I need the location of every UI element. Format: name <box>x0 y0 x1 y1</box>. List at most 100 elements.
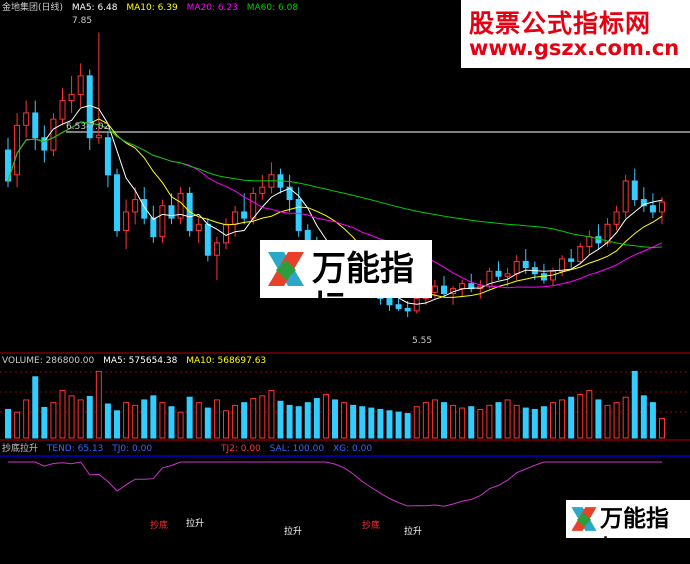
volume-bar <box>177 411 184 439</box>
signal-label: 拉升 <box>186 519 205 529</box>
volume-bar <box>150 395 157 439</box>
volume-bar <box>77 399 84 439</box>
volume-bar <box>441 402 447 439</box>
volume-bar <box>41 406 48 439</box>
volume-bar <box>86 396 93 439</box>
candle-body <box>123 211 130 231</box>
candle-body <box>459 283 466 290</box>
volume-bar <box>241 402 248 439</box>
candle-body <box>213 242 220 256</box>
volume-bar <box>277 400 284 439</box>
sal-readout: SAL: 100.00 <box>269 444 325 454</box>
volume-bar <box>659 417 665 439</box>
volume-bar <box>586 389 593 439</box>
signal-label: 拉升 <box>284 527 303 537</box>
volume-bar <box>477 408 484 439</box>
indicator-lines <box>8 461 662 507</box>
watermark-brand: 万能指标 <box>312 249 414 329</box>
candle-body <box>259 186 266 194</box>
volume-bar <box>313 398 320 439</box>
candle-body <box>649 205 656 213</box>
volume-bar <box>450 404 457 439</box>
ma60-readout: MA60: 6.08 <box>246 3 299 13</box>
candle-body <box>613 211 620 225</box>
tend-readout: TEND: 65.13 <box>46 444 104 454</box>
high-price-label: 7.85 <box>72 16 93 26</box>
volume-bar <box>32 376 39 439</box>
volume-bar <box>68 395 75 439</box>
candle-body <box>504 273 511 277</box>
volume-bar <box>504 399 511 439</box>
tend-line <box>8 461 662 507</box>
volume-bar <box>522 407 529 439</box>
low-price-label: 5.55 <box>412 336 433 346</box>
candle-body <box>559 258 566 272</box>
volume-bar <box>168 406 175 439</box>
volume-bar <box>123 402 130 439</box>
candle-body <box>68 93 75 102</box>
volume-bar <box>613 402 620 439</box>
volume-bar <box>495 402 502 439</box>
volume-bar <box>304 402 311 439</box>
watermark-site: 股票公式指标网 www.gszx.com.cn <box>461 0 690 68</box>
candle-body <box>159 205 166 238</box>
volume-bar <box>649 402 656 439</box>
watermark-site-url: www.gszx.com.cn <box>469 36 680 60</box>
volume-bar <box>159 402 166 439</box>
volume-bar <box>531 408 538 439</box>
volume-bar <box>422 402 429 439</box>
candle-body <box>132 199 139 213</box>
volume-bar <box>404 413 411 439</box>
volume-bar <box>322 393 329 439</box>
volume-bar <box>5 408 11 439</box>
volume-bar <box>341 402 348 439</box>
candle-body <box>59 100 66 120</box>
volume-readout: VOLUME: 286800.00 <box>2 356 95 366</box>
candle-body <box>577 246 584 262</box>
volume-bar <box>631 370 638 439</box>
volume-bar <box>213 399 220 439</box>
volume-bar <box>186 396 193 439</box>
volume-bar <box>232 404 239 439</box>
signal-label: 拉升 <box>404 527 423 537</box>
candle-body <box>150 217 157 238</box>
volume-bar <box>604 404 611 439</box>
signal-label: 抄底 <box>362 521 381 531</box>
volume-bar <box>295 406 302 439</box>
candle-body <box>232 211 239 225</box>
volume-bar <box>368 407 375 439</box>
volume-bar <box>223 410 229 439</box>
candle-body <box>441 285 447 295</box>
candle-body <box>659 201 665 213</box>
tj2-readout: TJ2: 0.00 <box>220 444 261 454</box>
watermark-logo-center: 万能指标 <box>260 240 432 329</box>
indicator-header: 抄底拉升 TEND: 65.13 TJ0: 0.00 TJ2: 0.00 SAL… <box>2 443 378 455</box>
volume-bar <box>640 395 647 439</box>
volume-bar <box>268 389 275 439</box>
price-header: 金地集团(日线) MA5: 6.48 MA10: 6.39 MA20: 6.23… <box>2 2 304 14</box>
vol-ma5-readout: MA5: 575654.38 <box>103 356 178 366</box>
stock-title: 金地集团(日线) <box>2 3 64 13</box>
volume-bar <box>23 399 30 439</box>
volume-bar <box>50 402 57 439</box>
watermark-site-name: 股票公式指标网 <box>469 9 652 38</box>
volume-bar <box>431 399 438 439</box>
tj0-readout: TJ0: 0.00 <box>112 444 153 454</box>
watermark-logo-bottom: 万能指标 <box>566 500 690 562</box>
candle-body <box>522 260 529 269</box>
volume-bar <box>413 406 420 439</box>
candle-body <box>77 75 84 95</box>
volume-bar <box>550 402 556 439</box>
volume-bar <box>577 393 584 439</box>
level-label: 6.53-7.02 <box>66 122 110 132</box>
volume-bar <box>386 410 393 439</box>
ma10-readout: MA10: 6.39 <box>126 3 178 13</box>
candle-body <box>95 134 102 139</box>
candle-body <box>168 205 175 219</box>
volume-bar <box>459 407 466 439</box>
candle-body <box>32 112 39 139</box>
candle-body <box>513 260 520 275</box>
volume-bar <box>104 403 111 439</box>
candle-body <box>241 211 248 219</box>
candle-body <box>622 180 629 213</box>
